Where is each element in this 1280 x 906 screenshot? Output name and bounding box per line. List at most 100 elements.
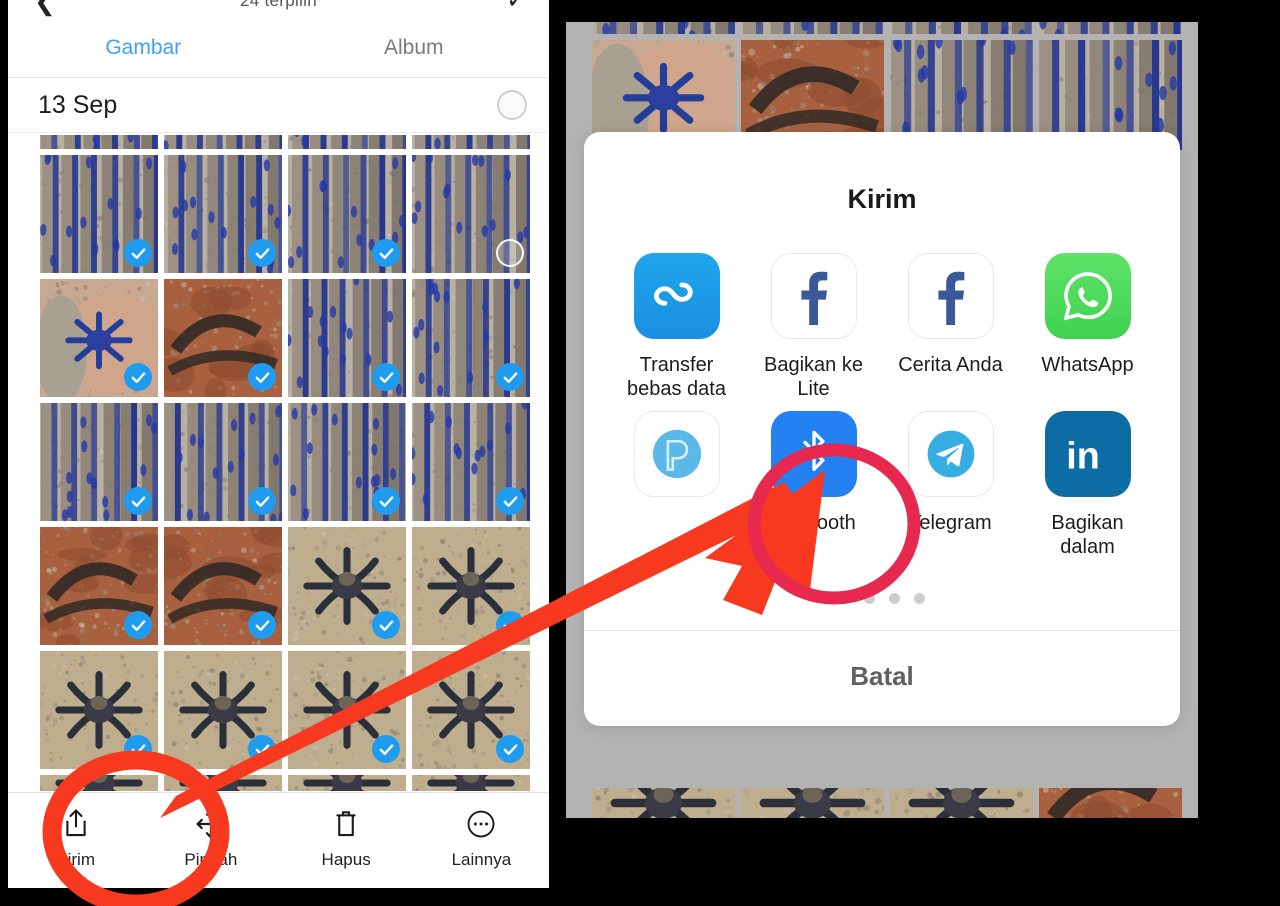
share-app-bagikan-ke-lite[interactable]: Bagikan ke Lite (745, 253, 882, 401)
photo-thumbnail[interactable] (164, 651, 282, 769)
pager-dot[interactable] (864, 593, 875, 604)
photo-selected-check-icon[interactable] (496, 611, 524, 639)
share-app-label: WhatsApp (1041, 354, 1134, 376)
bluetooth-icon (770, 411, 857, 497)
photo-selected-check-icon[interactable] (248, 487, 276, 515)
photo-selected-check-icon[interactable] (124, 487, 152, 515)
photo-selected-check-icon[interactable] (372, 735, 400, 763)
share-app-bagikan-dalam[interactable]: in Bagikan dalam (1019, 411, 1156, 559)
photo-selected-check-icon[interactable] (124, 239, 152, 267)
photo-thumbnail[interactable] (40, 135, 158, 149)
photo-thumbnail[interactable] (288, 403, 406, 521)
photo-thumbnail[interactable] (288, 135, 406, 149)
tab-gambar[interactable]: Gambar (8, 36, 279, 60)
photo-selected-check-icon[interactable] (372, 363, 400, 391)
toolbar-button-pindah[interactable]: Pindah (143, 807, 278, 870)
photo-thumbnail[interactable] (288, 651, 406, 769)
share-app-bluetooth[interactable]: Bluetooth (745, 411, 882, 559)
share-app-label: Bagikan dalam (1051, 512, 1124, 558)
share-sheet-pager[interactable] (584, 559, 1180, 630)
photo-thumbnail[interactable] (40, 279, 158, 397)
photo-thumbnail[interactable] (412, 775, 530, 791)
toolbar-label: Lainnya (451, 850, 512, 869)
photo-grid (8, 133, 549, 791)
photo-thumbnail[interactable] (164, 527, 282, 645)
photo-thumbnail[interactable] (412, 155, 530, 273)
share-app-label: Transfer bebas data (627, 354, 726, 400)
background-photo-grid (592, 22, 1182, 150)
share-app-label: Bagikan ke Lite (764, 354, 863, 400)
photo-selected-check-icon[interactable] (496, 363, 524, 391)
share-app-p-app[interactable] (608, 411, 745, 559)
photo-thumbnail[interactable] (412, 403, 530, 521)
select-all-date-circle[interactable] (497, 90, 527, 120)
background-photo-thumbnail (1039, 22, 1182, 34)
photo-thumbnail[interactable] (40, 651, 158, 769)
p-app-icon (633, 411, 720, 497)
photo-thumbnail[interactable] (412, 135, 530, 149)
background-photo-thumbnail (890, 22, 1033, 34)
photo-selected-check-icon[interactable] (248, 735, 276, 763)
left-phone-screen: ❮ 24 terpilih ✓ Gambar Album 13 Sep Kiri… (8, 0, 549, 888)
share-app-cerita-anda[interactable]: Cerita Anda (882, 253, 1019, 401)
background-photo-thumbnail (741, 788, 884, 818)
bottom-toolbar: Kirim Pindah Hapus Lainnya (8, 792, 549, 888)
pager-dot[interactable] (889, 593, 900, 604)
photo-selected-check-icon[interactable] (372, 487, 400, 515)
photo-thumbnail[interactable] (288, 775, 406, 791)
photo-thumbnail[interactable] (40, 403, 158, 521)
background-photo-thumbnail (890, 788, 1033, 818)
photo-thumbnail[interactable] (40, 527, 158, 645)
select-all-icon[interactable]: ✓ (506, 0, 527, 13)
toolbar-button-kirim[interactable]: Kirim (8, 807, 143, 870)
share-sheet: Kirim Transfer bebas data Bagikan ke Lite… (584, 132, 1180, 726)
share-sheet-title: Kirim (847, 184, 917, 214)
photo-thumbnail[interactable] (412, 651, 530, 769)
photo-thumbnail[interactable] (288, 527, 406, 645)
photo-grid-wrap (8, 133, 549, 791)
right-phone-screen: Kirim Transfer bebas data Bagikan ke Lite… (566, 22, 1198, 818)
photo-thumbnail[interactable] (412, 279, 530, 397)
photo-thumbnail[interactable] (164, 775, 282, 791)
photo-unselected-circle-icon[interactable] (496, 239, 524, 267)
toolbar-button-lainnya[interactable]: Lainnya (414, 807, 549, 870)
photo-thumbnail[interactable] (164, 279, 282, 397)
telegram-icon (907, 411, 994, 497)
toolbar-label: Hapus (321, 850, 371, 869)
share-app-label: Telegram (909, 512, 992, 534)
toolbar-button-hapus[interactable]: Hapus (279, 807, 414, 870)
photo-thumbnail[interactable] (288, 279, 406, 397)
photo-thumbnail[interactable] (40, 155, 158, 273)
photo-thumbnail[interactable] (164, 135, 282, 149)
photo-selected-check-icon[interactable] (496, 735, 524, 763)
photo-thumbnail[interactable] (164, 155, 282, 273)
share-app-telegram[interactable]: Telegram (882, 411, 1019, 559)
photo-selected-check-icon[interactable] (372, 239, 400, 267)
photo-selected-check-icon[interactable] (248, 239, 276, 267)
photo-thumbnail[interactable] (164, 403, 282, 521)
share-in-icon: in (1044, 411, 1131, 497)
background-photo-thumbnail (592, 788, 735, 818)
photo-selected-check-icon[interactable] (124, 363, 152, 391)
tab-album[interactable]: Album (279, 36, 550, 60)
share-app-label: Bluetooth (771, 512, 856, 534)
photo-thumbnail[interactable] (288, 155, 406, 273)
photo-selected-check-icon[interactable] (124, 611, 152, 639)
background-photo-thumbnail (1039, 788, 1182, 818)
whatsapp-icon (1044, 253, 1131, 339)
photo-thumbnail[interactable] (40, 775, 158, 791)
share-app-transfer-bebas-data[interactable]: Transfer bebas data (608, 253, 745, 401)
photo-selected-check-icon[interactable] (248, 363, 276, 391)
share-app-whatsapp[interactable]: WhatsApp (1019, 253, 1156, 401)
photo-selected-check-icon[interactable] (124, 735, 152, 763)
date-label: 13 Sep (38, 90, 118, 119)
photo-selected-check-icon[interactable] (248, 611, 276, 639)
background-photo-thumbnail (592, 22, 735, 34)
pager-dot[interactable] (914, 593, 925, 604)
pager-dot[interactable] (839, 593, 850, 604)
share-app-grid: Transfer bebas data Bagikan ke Lite Cerita… (584, 215, 1180, 559)
photo-thumbnail[interactable] (412, 527, 530, 645)
cancel-button[interactable]: Batal (584, 631, 1180, 726)
photo-selected-check-icon[interactable] (496, 487, 524, 515)
photo-selected-check-icon[interactable] (372, 611, 400, 639)
